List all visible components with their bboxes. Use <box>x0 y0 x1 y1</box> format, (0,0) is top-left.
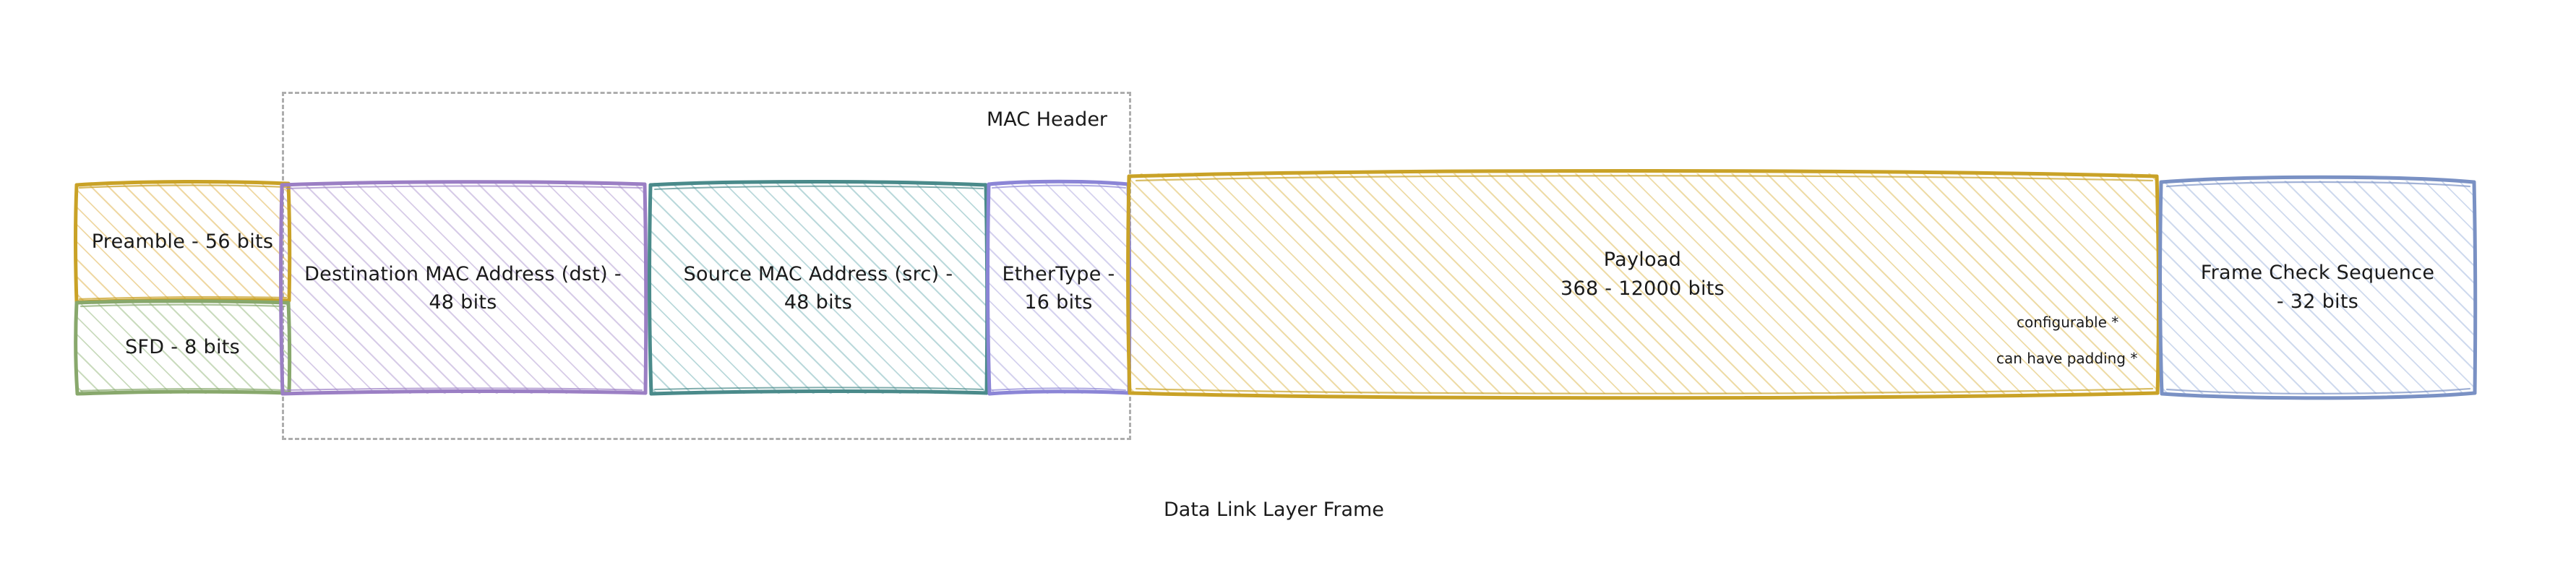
field-destination-mac: Destination MAC Address (dst) - 48 bits <box>280 183 645 394</box>
field-ethertype-label: EtherType - 16 bits <box>1002 262 1115 314</box>
diagram-caption: Data Link Layer Frame <box>1164 499 1384 521</box>
field-sfd: SFD - 8 bits <box>76 301 289 394</box>
payload-note-configurable: configurable * <box>2017 314 2119 331</box>
diagram-canvas: MAC Header Preamble - 56 bits SFD - 8 bi… <box>0 0 2576 578</box>
payload-note-padding: can have padding * <box>1996 350 2138 367</box>
field-frame-check-sequence-label: Frame Check Sequence - 32 bits <box>2200 262 2435 313</box>
field-sfd-label: SFD - 8 bits <box>124 336 241 359</box>
field-preamble: Preamble - 56 bits <box>76 183 289 301</box>
field-preamble-label: Preamble - 56 bits <box>91 230 274 254</box>
field-payload-label: Payload 368 - 12000 bits <box>1560 249 1725 300</box>
field-source-mac-label: Source MAC Address (src) - 48 bits <box>683 262 953 314</box>
mac-header-label: MAC Header <box>987 108 1108 131</box>
field-destination-mac-label: Destination MAC Address (dst) - 48 bits <box>304 262 622 314</box>
field-ethertype: EtherType - 16 bits <box>987 183 1130 394</box>
field-frame-check-sequence: Frame Check Sequence - 32 bits <box>2160 181 2476 394</box>
field-source-mac: Source MAC Address (src) - 48 bits <box>649 183 987 394</box>
